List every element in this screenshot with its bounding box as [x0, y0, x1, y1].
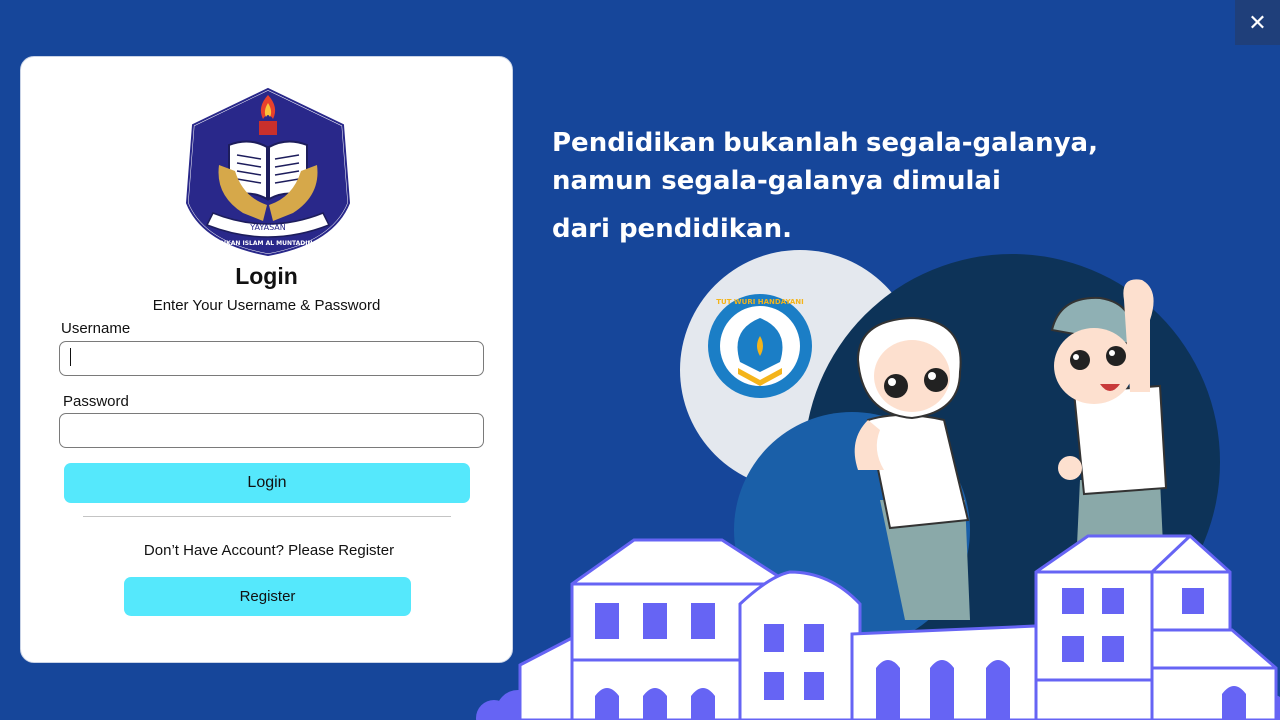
- close-icon: ✕: [1248, 9, 1267, 35]
- close-button[interactable]: ✕: [1235, 0, 1280, 45]
- register-prompt: Don’t Have Account? Please Register: [143, 542, 395, 559]
- svg-text:TUT WURI HANDAYANI: TUT WURI HANDAYANI: [716, 298, 803, 306]
- quote-word: Pendidikan: [552, 128, 716, 158]
- tut-wuri-badge-icon: TUT WURI HANDAYANI: [708, 294, 812, 398]
- username-label: Username: [61, 320, 131, 337]
- quote-word: segala-galanya,: [865, 128, 1098, 158]
- school-illustration: TUT WURI HANDAYANI: [476, 250, 1280, 720]
- svg-text:PENDIDIKAN ISLAM AL MUNTADIN D: PENDIDIKAN ISLAM AL MUNTADIN DEPOK: [198, 240, 338, 247]
- password-input[interactable]: [59, 413, 484, 448]
- foundation-logo: YAYASAN PENDIDIKAN ISLAM AL MUNTADIN DEP…: [185, 87, 351, 257]
- hero-quote: Pendidikan bukanlah segala-galanya, namu…: [552, 124, 1098, 248]
- divider: [83, 516, 451, 517]
- login-button[interactable]: Login: [64, 463, 470, 503]
- page-title: Login: [235, 263, 298, 289]
- quote-line: namun segala-galanya dimulai: [552, 166, 1001, 196]
- text-caret: [70, 348, 71, 366]
- quote-word: bukanlah: [723, 128, 859, 158]
- quote-line: dari pendidikan.: [552, 214, 792, 244]
- login-subtitle: Enter Your Username & Password: [152, 297, 381, 314]
- password-label: Password: [63, 393, 129, 410]
- register-button[interactable]: Register: [124, 577, 411, 616]
- username-input[interactable]: [59, 341, 484, 376]
- login-card: YAYASAN PENDIDIKAN ISLAM AL MUNTADIN DEP…: [20, 56, 513, 663]
- svg-text:YAYASAN: YAYASAN: [249, 223, 286, 232]
